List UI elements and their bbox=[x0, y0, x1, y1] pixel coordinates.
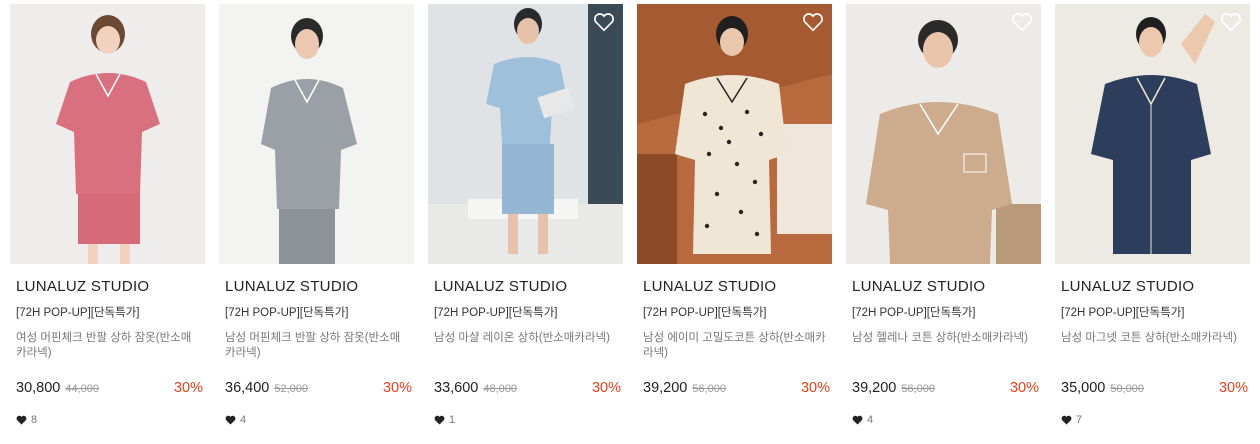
wishlist-heart-icon[interactable] bbox=[384, 12, 406, 32]
product-card[interactable]: LUNALUZ STUDIO [72H POP-UP][단독특가] 남성 에이미… bbox=[637, 4, 832, 440]
discount-rate: 30% bbox=[800, 380, 830, 396]
sale-price: 36,400 bbox=[225, 380, 270, 396]
promo-tag: [72H POP-UP][단독특가] bbox=[225, 307, 349, 319]
wishlist-heart-icon[interactable] bbox=[175, 12, 197, 32]
like-count: 8 bbox=[16, 414, 37, 426]
product-image[interactable] bbox=[219, 4, 414, 264]
original-price: 56,000 bbox=[692, 383, 727, 395]
product-image[interactable] bbox=[846, 4, 1041, 264]
discount-rate: 30% bbox=[1218, 380, 1248, 396]
sale-price: 30,800 bbox=[16, 380, 61, 396]
heart-filled-icon bbox=[16, 415, 27, 425]
brand-name[interactable]: LUNALUZ STUDIO bbox=[1061, 278, 1194, 295]
product-card[interactable]: LUNALUZ STUDIO [72H POP-UP][단독특가] 여성 머핀체… bbox=[10, 4, 205, 440]
wishlist-heart-icon[interactable] bbox=[1011, 12, 1033, 32]
like-count: 1 bbox=[434, 414, 455, 426]
wishlist-heart-icon[interactable] bbox=[593, 12, 615, 32]
product-grid: LUNALUZ STUDIO [72H POP-UP][단독특가] 여성 머핀체… bbox=[0, 0, 1260, 444]
promo-tag: [72H POP-UP][단독특가] bbox=[852, 307, 976, 319]
original-price: 44,000 bbox=[65, 383, 100, 395]
wishlist-heart-icon[interactable] bbox=[1220, 12, 1242, 32]
price: 36,400 52,000 bbox=[225, 380, 308, 396]
brand-name[interactable]: LUNALUZ STUDIO bbox=[16, 278, 149, 295]
product-card[interactable]: LUNALUZ STUDIO [72H POP-UP][단독특가] 남성 헬레나… bbox=[846, 4, 1041, 440]
heart-filled-icon bbox=[1061, 415, 1072, 425]
product-photo-woman-pink bbox=[10, 4, 205, 264]
original-price: 56,000 bbox=[901, 383, 936, 395]
like-count-value: 7 bbox=[1076, 414, 1083, 426]
like-count-value: 4 bbox=[240, 414, 247, 426]
discount-rate: 30% bbox=[591, 380, 621, 396]
price: 30,800 44,000 bbox=[16, 380, 99, 396]
promo-tag: [72H POP-UP][단독특가] bbox=[434, 307, 558, 319]
product-image[interactable] bbox=[428, 4, 623, 264]
original-price: 50,000 bbox=[1110, 383, 1145, 395]
sale-price: 39,200 bbox=[852, 380, 897, 396]
like-count-value: 1 bbox=[449, 414, 456, 426]
sale-price: 33,600 bbox=[434, 380, 479, 396]
promo-tag: [72H POP-UP][단독특가] bbox=[16, 307, 140, 319]
product-photo-man-grey bbox=[219, 4, 414, 264]
like-count-value: 8 bbox=[31, 414, 38, 426]
like-count: 7 bbox=[1061, 414, 1082, 426]
product-card[interactable]: LUNALUZ STUDIO [72H POP-UP][단독특가] 남성 머핀체… bbox=[219, 4, 414, 440]
product-photo-man-polka-dot bbox=[637, 4, 832, 264]
product-photo-man-blue-check bbox=[428, 4, 623, 264]
original-price: 52,000 bbox=[274, 383, 309, 395]
brand-name[interactable]: LUNALUZ STUDIO bbox=[852, 278, 985, 295]
promo-tag: [72H POP-UP][단독특가] bbox=[1061, 307, 1185, 319]
price: 39,200 56,000 bbox=[643, 380, 726, 396]
heart-filled-icon bbox=[852, 415, 863, 425]
product-name[interactable]: 여성 머핀체크 반팔 상하 잠옷(반소매카라넥) bbox=[16, 331, 201, 361]
product-name[interactable]: 남성 에이미 고밀도코튼 상하(반소매카라넥) bbox=[643, 331, 828, 361]
price: 35,000 50,000 bbox=[1061, 380, 1144, 396]
heart-filled-icon bbox=[225, 415, 236, 425]
sale-price: 39,200 bbox=[643, 380, 688, 396]
brand-name[interactable]: LUNALUZ STUDIO bbox=[643, 278, 776, 295]
sale-price: 35,000 bbox=[1061, 380, 1106, 396]
product-name[interactable]: 남성 머핀체크 반팔 상하 잠옷(반소매카라넥) bbox=[225, 331, 410, 361]
like-count: 4 bbox=[225, 414, 246, 426]
product-image[interactable] bbox=[1055, 4, 1250, 264]
brand-name[interactable]: LUNALUZ STUDIO bbox=[225, 278, 358, 295]
product-image[interactable] bbox=[637, 4, 832, 264]
brand-name[interactable]: LUNALUZ STUDIO bbox=[434, 278, 567, 295]
product-name[interactable]: 남성 마샬 레이온 상하(반소매카라넥) bbox=[434, 331, 619, 346]
product-card[interactable]: LUNALUZ STUDIO [72H POP-UP][단독특가] 남성 마그넷… bbox=[1055, 4, 1250, 440]
promo-tag: [72H POP-UP][단독특가] bbox=[643, 307, 767, 319]
product-photo-man-navy bbox=[1055, 4, 1250, 264]
price: 39,200 56,000 bbox=[852, 380, 935, 396]
like-count: 4 bbox=[852, 414, 873, 426]
discount-rate: 30% bbox=[173, 380, 203, 396]
product-name[interactable]: 남성 헬레나 코튼 상하(반소매카라넥) bbox=[852, 331, 1037, 346]
discount-rate: 30% bbox=[382, 380, 412, 396]
product-name[interactable]: 남성 마그넷 코튼 상하(반소매카라넥) bbox=[1061, 331, 1246, 346]
original-price: 48,000 bbox=[483, 383, 518, 395]
like-count-value: 4 bbox=[867, 414, 874, 426]
product-photo-man-beige bbox=[846, 4, 1041, 264]
discount-rate: 30% bbox=[1009, 380, 1039, 396]
heart-filled-icon bbox=[434, 415, 445, 425]
product-image[interactable] bbox=[10, 4, 205, 264]
wishlist-heart-icon[interactable] bbox=[802, 12, 824, 32]
price: 33,600 48,000 bbox=[434, 380, 517, 396]
product-card[interactable]: LUNALUZ STUDIO [72H POP-UP][단독특가] 남성 마샬 … bbox=[428, 4, 623, 440]
